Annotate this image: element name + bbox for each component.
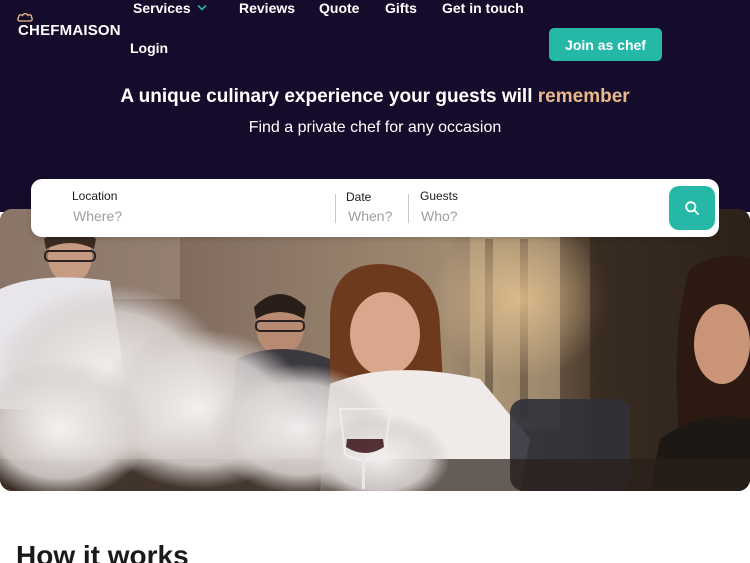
location-label: Location [72,189,118,203]
guests-input[interactable] [421,206,641,226]
join-as-chef-button[interactable]: Join as chef [549,28,662,61]
hero-photo [0,209,750,491]
nav-services-label: Services [133,0,191,16]
search-icon [685,201,699,215]
headline-accent: remember [537,86,630,107]
location-input[interactable] [73,206,313,226]
brand-name: CHEFMAISON [18,22,121,39]
hero-headline: A unique culinary experience your guests… [0,86,750,108]
divider [335,194,336,223]
nav-reviews[interactable]: Reviews [239,0,295,16]
chevron-down-icon [197,5,206,11]
nav-quote[interactable]: Quote [319,0,359,16]
dinner-party-photo [0,209,750,491]
search-button[interactable] [669,186,715,230]
guests-label: Guests [420,189,459,203]
hero-subheadline: Find a private chef for any occasion [248,119,502,136]
search-bar: Location Date Guests [31,179,719,237]
nav-gifts[interactable]: Gifts [385,0,417,16]
date-label: Date [346,190,372,204]
nav-services[interactable]: Services [133,0,207,16]
divider [408,194,409,223]
nav-get-in-touch[interactable]: Get in touch [442,0,524,16]
headline-text: A unique culinary experience your guests… [120,86,533,107]
how-it-works-heading: How it works [16,540,189,563]
nav-login[interactable]: Login [130,40,168,56]
date-input[interactable] [348,206,403,226]
chefmaison-logo[interactable]: CHEFMAISON [16,12,126,42]
